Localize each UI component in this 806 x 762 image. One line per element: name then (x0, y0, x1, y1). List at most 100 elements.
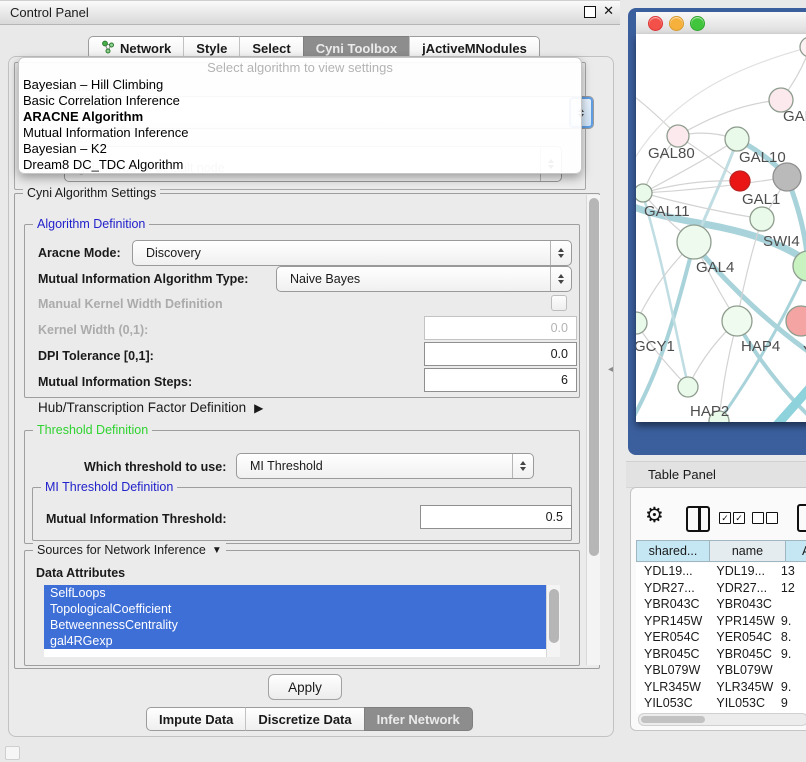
report-page-icon[interactable] (797, 504, 806, 532)
control-panel-tabs: Network Style Select Cyni Toolbox jActiv… (88, 36, 540, 58)
table-cell: YLR345W (704, 680, 775, 694)
kernel-width-field[interactable]: 0.0 (424, 316, 577, 340)
unchecked-box-icon-1[interactable] (752, 512, 764, 524)
mi-type-combo[interactable]: Naive Bayes (276, 266, 572, 292)
data-attribute-item-selected[interactable]: gal4RGexp (44, 633, 560, 649)
settings-scrollbar[interactable] (586, 195, 600, 665)
which-threshold-label: Which threshold to use: (84, 460, 226, 474)
algorithm-option[interactable]: Mutual Information Inference (19, 125, 581, 141)
manual-kernel-checkbox[interactable] (551, 295, 567, 311)
table-row[interactable]: YBL079WYBL079W (636, 662, 806, 679)
control-panel-titlebar: Control Panel ✕ (0, 0, 620, 25)
network-node[interactable] (677, 225, 711, 259)
mi-steps-field[interactable]: 6 (424, 368, 577, 392)
table-cell: YDL19... (636, 564, 704, 578)
data-attribute-item-selected[interactable]: TopologicalCoefficient (44, 601, 560, 617)
settings-group-title: Cyni Algorithm Settings (23, 186, 160, 200)
table-cell: YPR145W (636, 614, 704, 628)
sources-group-title-row[interactable]: Sources for Network Inference ▼ (33, 543, 226, 557)
kernel-width-label: Kernel Width (0,1): (38, 323, 148, 337)
table-hscrollbar[interactable] (638, 713, 806, 726)
network-node[interactable] (636, 184, 652, 202)
table-cell: YBL079W (636, 663, 704, 677)
float-window-icon[interactable] (584, 6, 596, 18)
close-icon[interactable]: ✕ (603, 3, 614, 19)
network-node[interactable] (786, 306, 806, 336)
network-node[interactable] (636, 312, 647, 334)
table-row[interactable]: YBR045CYBR045C9. (636, 646, 806, 663)
table-body[interactable]: YDL19...YDL19...13YDR27...YDR27...12YBR0… (636, 563, 806, 713)
algorithm-dropdown-popup: Select algorithm to view settings Bayesi… (18, 57, 582, 174)
checked-box-icon-2[interactable]: ✓ (733, 512, 745, 524)
tab-impute-data[interactable]: Impute Data (146, 707, 245, 731)
table-row[interactable]: YLR345WYLR345W9. (636, 679, 806, 696)
apply-button[interactable]: Apply (268, 674, 342, 700)
data-attribute-item-selected[interactable]: SelfLoops (44, 585, 560, 601)
algorithm-option[interactable]: Basic Correlation Inference (19, 93, 581, 109)
network-node[interactable] (730, 171, 750, 191)
network-node[interactable] (678, 377, 698, 397)
zoom-traffic-light[interactable] (690, 16, 705, 31)
network-node[interactable] (667, 125, 689, 147)
algorithm-option[interactable]: Bayesian – Hill Climbing (19, 77, 581, 93)
settings-scrollbar-thumb[interactable] (589, 198, 599, 556)
network-node[interactable] (722, 306, 752, 336)
algorithm-option[interactable]: ARACNE Algorithm (19, 109, 581, 125)
sources-group-title: Sources for Network Inference (37, 543, 206, 557)
dpi-tolerance-field[interactable]: 0.0 (424, 342, 577, 366)
data-attribute-item-selected[interactable]: BetweennessCentrality (44, 617, 560, 633)
expander-arrow-right-icon: ▶ (254, 401, 263, 415)
network-canvas[interactable]: GALGAL80GAL10GAL1GAL11SWI4GAL4GCY1HAP4YH… (636, 34, 806, 422)
table-cell: YER054C (636, 630, 704, 644)
column-header-shared[interactable]: shared... (636, 540, 710, 562)
algorithm-option[interactable]: Dream8 DC_TDC Algorithm (19, 157, 581, 173)
aracne-mode-combo[interactable]: Discovery (132, 240, 572, 266)
column-header-name[interactable]: name (710, 540, 786, 562)
data-attributes-list[interactable]: SelfLoopsTopologicalCoefficientBetweenne… (44, 585, 560, 657)
unchecked-box-icon-2[interactable] (766, 512, 778, 524)
checked-box-icon-1[interactable]: ✓ (719, 512, 731, 524)
tab-discretize-data[interactable]: Discretize Data (245, 707, 363, 731)
attr-list-scrollbar[interactable] (546, 585, 560, 657)
threshold-definition-title: Threshold Definition (33, 423, 152, 437)
table-row[interactable]: YIL053CYIL053C9 (636, 695, 806, 712)
minimize-traffic-light[interactable] (669, 16, 684, 31)
column-header-third[interactable]: A (786, 540, 806, 562)
dropdown-item-list: Bayesian – Hill ClimbingBasic Correlatio… (19, 77, 581, 173)
mi-type-label: Mutual Information Algorithm Type: (38, 272, 248, 286)
panel-splitter-handle[interactable]: ◂ (608, 364, 620, 378)
close-traffic-light[interactable] (648, 16, 663, 31)
algorithm-option[interactable]: Bayesian – K2 (19, 141, 581, 157)
mi-threshold-field[interactable]: 0.5 (420, 505, 572, 529)
table-row[interactable]: YDR27...YDR27...12 (636, 580, 806, 597)
network-node-label: GAL1 (742, 191, 780, 208)
network-node[interactable] (725, 127, 749, 151)
network-node[interactable] (800, 37, 806, 57)
table-cell: YBR043C (636, 597, 704, 611)
table-cell: YIL053C (636, 696, 704, 710)
mi-steps-label: Mutual Information Steps: (38, 375, 192, 389)
network-node[interactable] (750, 207, 774, 231)
table-cell: YBR043C (704, 597, 775, 611)
hub-definition-expander[interactable]: Hub/Transcription Factor Definition ▶ (38, 400, 263, 415)
table-hscrollbar-thumb[interactable] (641, 716, 705, 723)
which-threshold-combo[interactable]: MI Threshold (236, 453, 534, 479)
network-window-titlebar[interactable] (636, 12, 806, 34)
network-node-label: HAP4 (741, 338, 780, 355)
network-node[interactable] (773, 163, 801, 191)
table-cell: 8. (775, 630, 806, 644)
table-cell: YDL19... (704, 564, 775, 578)
split-view-icon[interactable] (686, 506, 710, 532)
mi-threshold-label: Mutual Information Threshold: (46, 512, 227, 526)
table-row[interactable]: YPR145WYPR145W9. (636, 613, 806, 630)
table-settings-gear-icon[interactable]: ⚙ (645, 503, 664, 528)
aracne-mode-value: Discovery (133, 246, 550, 260)
table-cell: YBR045C (636, 647, 704, 661)
dock-mini-icon[interactable] (5, 746, 20, 760)
tab-infer-network[interactable]: Infer Network (364, 707, 473, 731)
table-panel-titlebar: Table Panel (626, 461, 806, 488)
table-row[interactable]: YER054CYER054C8. (636, 629, 806, 646)
table-row[interactable]: YDL19...YDL19...13 (636, 563, 806, 580)
network-node-label: HAP2 (690, 403, 729, 420)
table-row[interactable]: YBR043CYBR043C (636, 596, 806, 613)
